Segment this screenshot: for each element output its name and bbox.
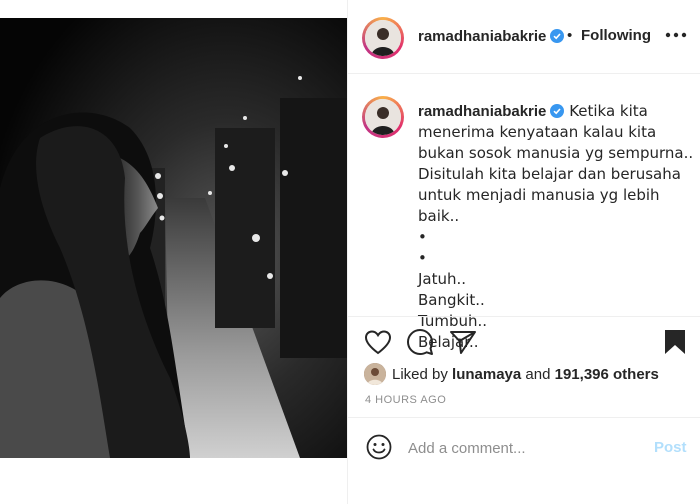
caption-author-avatar-image <box>365 99 401 135</box>
caption-username[interactable]: ramadhaniabakrie <box>418 103 546 120</box>
share-icon[interactable] <box>449 329 477 355</box>
post-photo[interactable] <box>0 18 347 458</box>
caption-line-2: Disitulah kita belajar dan berusaha untu… <box>418 165 686 225</box>
comment-icon[interactable] <box>406 328 434 356</box>
liked-by-prefix: Liked by <box>392 366 448 383</box>
author-avatar-image <box>365 20 401 56</box>
actions-divider <box>348 316 700 317</box>
heart-icon[interactable] <box>364 329 392 355</box>
post-timestamp[interactable]: 4 HOURS AGO <box>365 394 446 406</box>
verified-badge-icon <box>550 29 565 43</box>
more-options-icon[interactable] <box>662 25 690 45</box>
author-username[interactable]: ramadhaniabakrie <box>418 28 546 45</box>
post-comment-button[interactable]: Post <box>654 439 687 456</box>
liked-by-avatar-image <box>364 363 386 385</box>
likes-count-link[interactable]: 191,396 others <box>555 366 659 383</box>
emoji-icon[interactable] <box>366 434 392 460</box>
verified-badge-icon <box>550 104 565 118</box>
author-avatar[interactable] <box>362 17 404 59</box>
liked-by-and: and <box>525 366 551 383</box>
header-separator: • <box>567 27 573 44</box>
caption-line-4: • <box>418 249 427 267</box>
bookmark-icon[interactable] <box>664 329 686 355</box>
liked-by-user-link[interactable]: lunamaya <box>452 366 521 383</box>
liked-by-avatar[interactable] <box>364 363 386 385</box>
caption-line-1: ramadhaniabakrie Ketika kita menerima ke… <box>418 101 694 164</box>
caption-line-3: • <box>418 228 427 246</box>
post-header-username-wrap: ramadhaniabakrie <box>418 28 565 46</box>
post-sidebar: ramadhaniabakrie • Following ramadhaniab… <box>347 0 700 504</box>
caption-author-avatar[interactable] <box>362 96 404 138</box>
following-button[interactable]: Following <box>581 27 651 44</box>
header-divider <box>348 73 700 74</box>
caption-line-5: Jatuh.. <box>418 270 467 288</box>
caption-line-6: Bangkit.. <box>418 291 485 309</box>
comment-divider <box>348 417 700 418</box>
comment-input[interactable] <box>408 436 628 460</box>
likes-summary: Liked by lunamaya and 191,396 others <box>392 366 659 383</box>
post-photo-image <box>0 18 347 458</box>
